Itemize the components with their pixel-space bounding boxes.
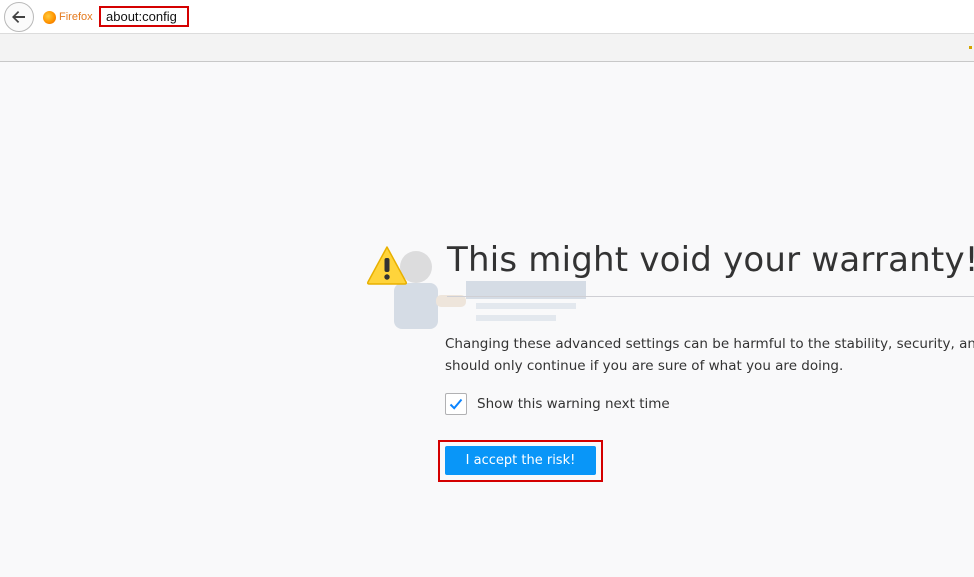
- navigation-bar: Firefox about:config: [0, 0, 974, 34]
- accept-risk-button[interactable]: I accept the risk!: [445, 446, 596, 475]
- title-divider: [447, 296, 974, 297]
- browser-chrome: Firefox about:config: [0, 0, 974, 62]
- description-line-1: Changing these advanced settings can be …: [445, 336, 974, 352]
- warning-triangle-icon: [366, 246, 408, 285]
- back-arrow-icon: [12, 11, 25, 23]
- identity-label: Firefox: [59, 11, 93, 23]
- toolbar-strip: [0, 34, 974, 60]
- show-warning-label[interactable]: Show this warning next time: [477, 396, 670, 412]
- url-input[interactable]: about:config: [106, 9, 177, 24]
- warning-description: Changing these advanced settings can be …: [445, 333, 974, 377]
- back-button[interactable]: [4, 2, 34, 32]
- warning-title: This might void your warranty!: [447, 240, 974, 280]
- firefox-icon: [43, 10, 56, 24]
- show-warning-checkbox[interactable]: [445, 393, 467, 415]
- site-identity[interactable]: Firefox: [43, 8, 93, 26]
- checkmark-icon: [449, 398, 463, 410]
- description-line-2: should only continue if you are sure of …: [445, 358, 844, 374]
- toolbar-indicator: [969, 46, 972, 49]
